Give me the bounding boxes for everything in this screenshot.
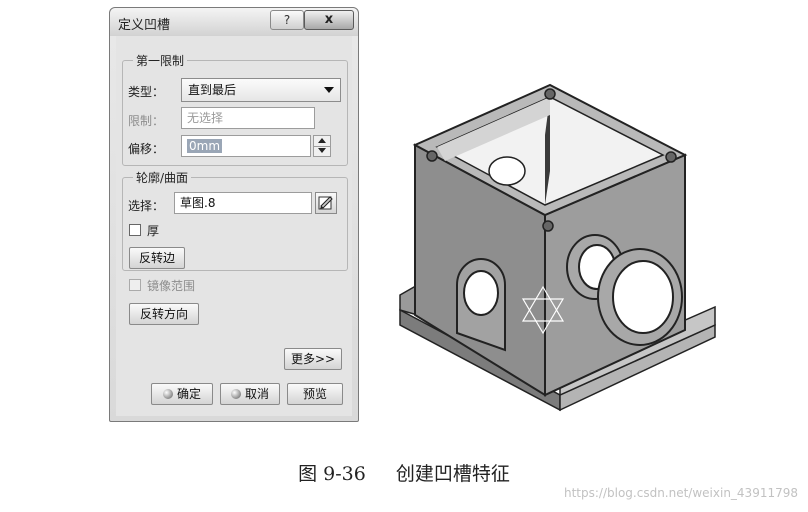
figure-number: 图 9-36 <box>298 463 366 485</box>
bolt-hole-front <box>542 220 554 232</box>
bolt-hole-right <box>665 151 677 163</box>
arrow-up-icon <box>318 138 326 143</box>
cancel-button[interactable]: 取消 <box>220 383 280 405</box>
mirrored-extent-label: 镜像范围 <box>147 279 196 293</box>
inner-hole <box>488 156 526 186</box>
pocket-part-3d-model <box>399 83 716 412</box>
select-label: 选择： <box>128 199 165 213</box>
type-select-value: 直到最后 <box>188 83 237 97</box>
offset-stepper[interactable] <box>313 135 331 157</box>
limit-field[interactable]: 无选择 <box>181 107 315 129</box>
thick-label: 厚 <box>147 224 160 238</box>
more-button[interactable]: 更多>> <box>284 348 342 370</box>
dialog-title: 定义凹槽 <box>118 18 171 33</box>
preview-button[interactable]: 预览 <box>287 383 343 405</box>
bolt-hole-back <box>544 88 556 100</box>
mirrored-extent-checkbox[interactable] <box>129 279 141 291</box>
type-select[interactable]: 直到最后 <box>181 78 341 102</box>
sketch-edit-button[interactable] <box>315 192 337 214</box>
type-label: 类型： <box>128 85 165 99</box>
offset-label: 偏移： <box>128 142 165 156</box>
chevron-down-icon <box>324 87 334 93</box>
bolt-hole-left <box>426 150 438 162</box>
define-pocket-dialog: 定义凹槽 ? x 第一限制 类型： 直到最后 限制： 无选择 偏移： 0mm 轮… <box>109 7 359 422</box>
large-boss-hole <box>612 260 674 334</box>
offset-value: 0mm <box>187 139 223 153</box>
watermark: https://blog.csdn.net/weixin_43911798 <box>563 486 798 500</box>
cancel-icon <box>230 389 241 399</box>
profile-surface-legend: 轮廓/曲面 <box>133 169 192 186</box>
first-limit-legend: 第一限制 <box>133 52 188 69</box>
arrow-down-icon <box>318 148 326 153</box>
sketch-icon <box>318 196 333 210</box>
ok-icon <box>162 389 173 399</box>
offset-field[interactable]: 0mm <box>181 135 311 157</box>
dialog-body: 第一限制 类型： 直到最后 限制： 无选择 偏移： 0mm 轮廓/曲面 选择： … <box>116 36 352 416</box>
reverse-side-button[interactable]: 反转边 <box>129 247 185 269</box>
dialog-titlebar[interactable]: 定义凹槽 ? x <box>110 8 358 36</box>
left-boss-hole <box>463 270 499 316</box>
profile-select-field[interactable]: 草图.8 <box>174 192 312 214</box>
thick-checkbox[interactable] <box>129 224 141 236</box>
reverse-direction-button[interactable]: 反转方向 <box>129 303 199 325</box>
help-button[interactable]: ? <box>270 10 304 30</box>
close-button[interactable]: x <box>304 10 354 30</box>
limit-label: 限制： <box>128 114 165 128</box>
figure-caption-text: 创建凹槽特征 <box>395 463 510 485</box>
figure-caption: 图 9-36 创建凹槽特征 <box>0 459 808 486</box>
ok-button[interactable]: 确定 <box>151 383 213 405</box>
